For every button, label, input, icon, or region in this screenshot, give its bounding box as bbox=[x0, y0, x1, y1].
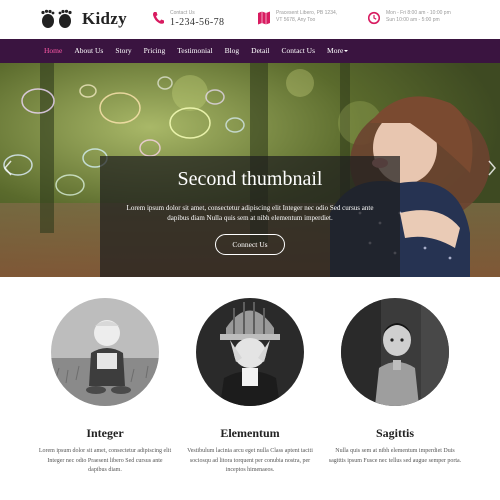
chevron-left-icon[interactable] bbox=[4, 160, 12, 176]
feature-text: Nulla quis sem at nibh elementum imperdi… bbox=[328, 448, 462, 464]
hours-line2: Sun 10:00 am - 5:00 pm bbox=[386, 17, 440, 23]
nav-item-story[interactable]: Story bbox=[109, 39, 137, 63]
nav-item-about-us[interactable]: About Us bbox=[68, 39, 109, 63]
phone-icon bbox=[153, 12, 164, 24]
feature-photo bbox=[341, 298, 449, 406]
main-nav: Home About Us Story Pricing Testimonial … bbox=[0, 39, 500, 63]
map-icon bbox=[258, 11, 270, 25]
chevron-down-icon bbox=[344, 50, 349, 53]
header-hours: Mon - Fri 8:00 am - 10:00 pm Sun 10:00 a… bbox=[368, 10, 451, 25]
clock-icon bbox=[368, 11, 380, 25]
feature-card: Sagittis Nulla quis sem at nibh elementu… bbox=[320, 298, 470, 466]
logo[interactable]: Kidzy bbox=[38, 9, 127, 29]
nav-item-testimonial[interactable]: Testimonial bbox=[171, 39, 218, 63]
hero-slider: Second thumbnail Lorem ipsum dolor sit a… bbox=[0, 63, 500, 277]
header-address: Pracesent Libero, PB 1234, VT 5678, Any … bbox=[258, 10, 337, 25]
feature-title: Elementum bbox=[220, 426, 280, 440]
phone-number[interactable]: 1-234-56-78 bbox=[170, 17, 224, 29]
nav-item-pricing[interactable]: Pricing bbox=[138, 39, 172, 63]
feature-title: Integer bbox=[86, 426, 124, 440]
nav-item-blog[interactable]: Blog bbox=[219, 39, 246, 63]
feature-card: Elementum Vestibulum lacinia arcu eget n… bbox=[175, 298, 325, 476]
feature-text: Vestibulum lacinia arcu eget nulla Class… bbox=[187, 448, 313, 473]
feature-photo bbox=[196, 298, 304, 406]
slide-text: Lorem ipsum dolor sit amet, consectetur … bbox=[126, 204, 374, 222]
phone-label: Contact Us bbox=[170, 10, 195, 16]
site-header: Kidzy Contact Us 1-234-56-78 Pracesent L… bbox=[0, 0, 500, 39]
feature-text: Lorem ipsum dolor sit amet, consectetur … bbox=[38, 448, 172, 473]
address-line1: Pracesent Libero, PB 1234, bbox=[276, 10, 338, 16]
features-section: Integer Lorem ipsum dolor sit amet, cons… bbox=[0, 277, 500, 500]
nav-item-home[interactable]: Home bbox=[44, 39, 68, 63]
footprints-icon bbox=[41, 9, 72, 28]
nav-item-more[interactable]: More bbox=[321, 39, 354, 63]
address-line2: VT 5678, Any Too bbox=[276, 17, 316, 23]
hours-line1: Mon - Fri 8:00 am - 10:00 pm bbox=[386, 10, 451, 16]
feature-title: Sagittis bbox=[375, 426, 414, 440]
slide-title: Second thumbnail bbox=[177, 168, 323, 190]
nav-item-contact-us[interactable]: Contact Us bbox=[275, 39, 321, 63]
nav-more-label: More bbox=[327, 46, 344, 55]
brand-name: Kidzy bbox=[82, 9, 127, 28]
chevron-right-icon[interactable] bbox=[488, 160, 496, 176]
nav-item-detail[interactable]: Detail bbox=[245, 39, 275, 63]
feature-photo bbox=[51, 298, 159, 406]
header-phone: Contact Us 1-234-56-78 bbox=[152, 10, 224, 29]
feature-card: Integer Lorem ipsum dolor sit amet, cons… bbox=[30, 298, 180, 476]
slide-caption: Second thumbnail Lorem ipsum dolor sit a… bbox=[100, 156, 400, 277]
connect-us-button[interactable]: Connect Us bbox=[215, 234, 285, 255]
